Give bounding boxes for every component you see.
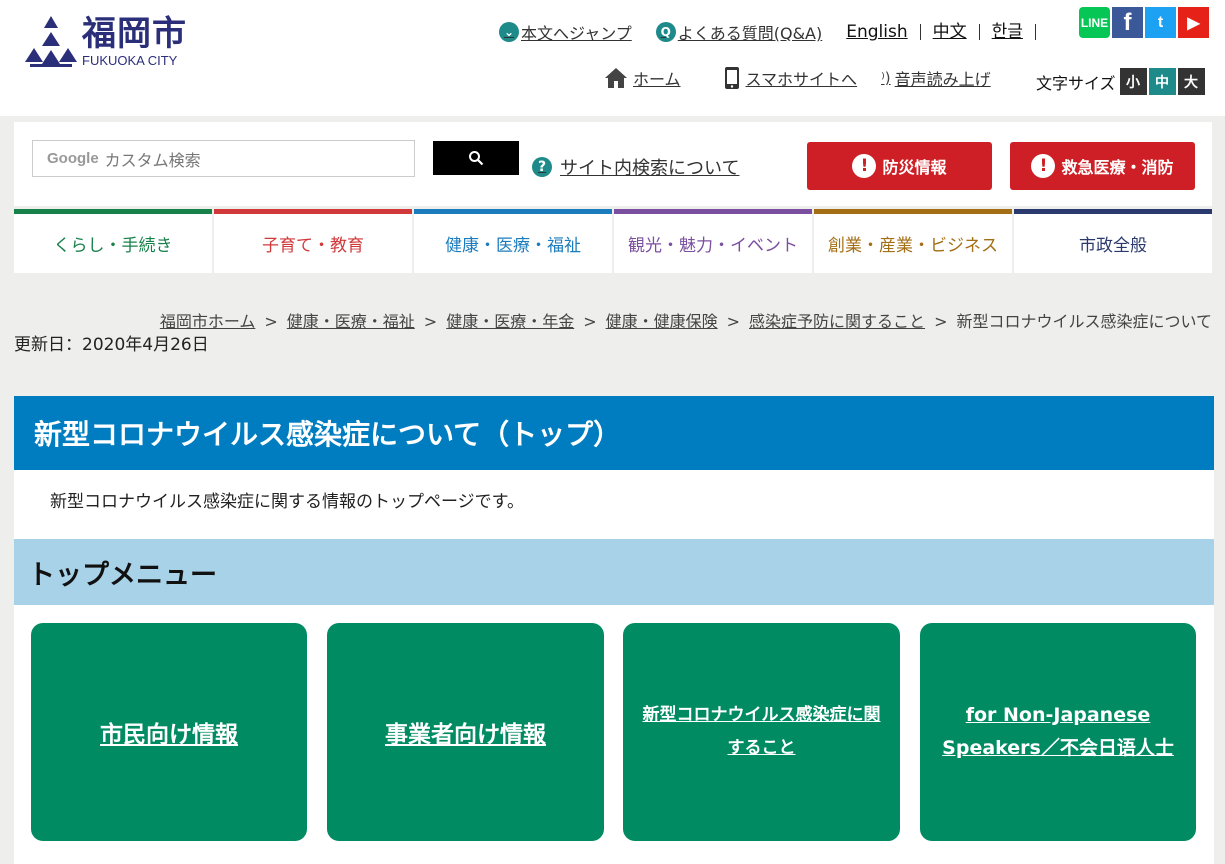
font-size-switcher: 文字サイズ 小 中 大	[1036, 68, 1205, 95]
breadcrumb: 福岡市ホーム > 健康・医療・福祉 > 健康・医療・年金 > 健康・健康保険 > 感染症予防に関…	[160, 308, 1212, 332]
skip-to-content-label: 本文へジャンプ	[521, 24, 632, 43]
font-size-label: 文字サイズ	[1036, 73, 1116, 93]
breadcrumb-link[interactable]: 感染症予防に関すること	[749, 312, 925, 331]
card-business-info[interactable]: 事業者向け情報	[327, 623, 604, 841]
breadcrumb-separator: >	[583, 312, 597, 331]
page-title: 新型コロナウイルス感染症について（トップ）	[14, 396, 1214, 470]
faq-link[interactable]: Q よくある質問(Q&A)	[655, 20, 823, 44]
faq-label: よくある質問(Q&A)	[677, 24, 823, 43]
alert-icon: !	[852, 154, 877, 178]
lang-english-link[interactable]: English	[846, 24, 921, 41]
lang-korean-link[interactable]: 한글	[980, 24, 1036, 41]
emergency-medical-button[interactable]: ! 救急医療・消防	[1010, 142, 1195, 190]
lang-chinese-link[interactable]: 中文	[921, 24, 980, 41]
help-question-icon: ?	[532, 157, 552, 177]
search-button[interactable]	[433, 141, 519, 175]
breadcrumb-link[interactable]: 健康・健康保険	[606, 312, 718, 331]
font-size-small-button[interactable]: 小	[1119, 68, 1147, 95]
line-icon[interactable]: LINE	[1079, 7, 1110, 38]
logo-kanji: 福岡市	[82, 14, 187, 54]
nav-item-label: くらし・手続き	[53, 236, 173, 256]
lead-text-box: 新型コロナウイルス感染症に関する情報のトップページです。	[14, 470, 1214, 539]
facebook-icon[interactable]: f	[1112, 7, 1143, 38]
nav-item-living[interactable]: くらし・手続き	[14, 209, 212, 273]
card-citizens-info[interactable]: 市民向け情報	[31, 623, 307, 841]
breadcrumb-separator: >	[726, 312, 741, 331]
search-bar: Google カスタム検索 ? サイト内検索について ! 防災情報 ! 救急医療…	[14, 122, 1212, 206]
breadcrumb-link[interactable]: 健康・医療・年金	[446, 312, 574, 331]
nav-item-city-admin[interactable]: 市政全般	[1014, 209, 1212, 273]
card-covid-related[interactable]: 新型コロナウイルス感染症に関すること	[623, 623, 900, 841]
chevron-down-icon: ⌄	[499, 22, 519, 42]
nav-item-label: 創業・産業・ビジネス	[828, 236, 998, 256]
city-emblem-icon	[25, 16, 77, 67]
top-menu-heading: トップメニュー	[14, 539, 1214, 605]
nav-item-business[interactable]: 創業・産業・ビジネス	[814, 209, 1012, 273]
breadcrumb-separator: >	[934, 312, 948, 331]
nav-item-childcare[interactable]: 子育て・教育	[214, 209, 412, 273]
lead-text: 新型コロナウイルス感染症に関する情報のトップページです。	[50, 492, 524, 512]
home-label: ホーム	[633, 70, 681, 89]
breadcrumb-separator: >	[264, 312, 278, 331]
site-logo[interactable]: 福岡市 FUKUOKA CITY	[24, 14, 187, 68]
nav-item-label: 観光・魅力・イベント	[628, 236, 798, 256]
font-size-medium-button[interactable]: 中	[1148, 68, 1176, 95]
card-label: 事業者向け情報	[385, 722, 546, 748]
alert-icon: !	[1031, 154, 1056, 178]
emergency-medical-label: 救急医療・消防	[1061, 158, 1174, 177]
disaster-info-button[interactable]: ! 防災情報	[807, 142, 992, 190]
skip-to-content-link[interactable]: ⌄ 本文へジャンプ	[499, 20, 632, 44]
card-non-japanese[interactable]: for Non-Japanese Speakers／不会日语人士	[920, 623, 1196, 841]
home-link[interactable]: ホーム	[604, 66, 681, 90]
font-size-large-button[interactable]: 大	[1177, 68, 1205, 95]
logo-english: FUKUOKA CITY	[82, 53, 178, 68]
sound-wave-icon: ⁾)	[881, 69, 891, 87]
google-wordmark: Google	[47, 150, 99, 167]
breadcrumb-separator: >	[423, 312, 438, 331]
card-label: for Non-Japanese Speakers／不会日语人士	[942, 704, 1174, 759]
home-icon	[605, 68, 627, 88]
smartphone-site-label: スマホサイトへ	[745, 70, 858, 89]
nav-item-label: 健康・医療・福祉	[445, 236, 581, 256]
breadcrumb-current: 新型コロナウイルス感染症について	[956, 312, 1212, 331]
nav-item-label: 市政全般	[1079, 236, 1147, 256]
top-menu-cards: 市民向け情報 事業者向け情報 新型コロナウイルス感染症に関すること for No…	[14, 605, 1214, 864]
nav-item-health[interactable]: 健康・医療・福祉	[414, 209, 612, 273]
search-help-label: サイト内検索について	[560, 158, 740, 179]
nav-item-tourism[interactable]: 観光・魅力・イベント	[614, 209, 812, 273]
youtube-icon[interactable]: ▶	[1178, 7, 1209, 38]
search-placeholder: カスタム検索	[104, 150, 201, 170]
breadcrumb-link[interactable]: 福岡市ホーム	[160, 312, 256, 331]
question-q-icon: Q	[655, 22, 676, 42]
site-header: 福岡市 FUKUOKA CITY ⌄ 本文へジャンプ Q よくある質問(Q&A)…	[0, 0, 1225, 116]
card-label: 市民向け情報	[100, 722, 238, 748]
search-input[interactable]: Google カスタム検索	[32, 140, 415, 177]
updated-date: 更新日：2020年4月26日	[14, 335, 209, 355]
twitter-icon[interactable]: t	[1145, 7, 1176, 38]
disaster-info-label: 防災情報	[882, 158, 947, 177]
voice-reading-link[interactable]: ⁾) 音声読み上げ	[881, 66, 991, 90]
search-icon	[469, 151, 484, 166]
card-label: 新型コロナウイルス感染症に関すること	[642, 705, 881, 758]
utility-links: ⌄ 本文へジャンプ Q よくある質問(Q&A) English 中文 한글	[499, 20, 1036, 44]
secondary-links: ホーム スマホサイトへ ⁾) 音声読み上げ	[604, 66, 991, 90]
smartphone-icon	[724, 67, 739, 89]
voice-reading-label: 音声読み上げ	[894, 70, 991, 89]
nav-item-label: 子育て・教育	[262, 236, 364, 256]
global-nav: くらし・手続き 子育て・教育 健康・医療・福祉 観光・魅力・イベント 創業・産業…	[14, 209, 1212, 273]
search-help-link[interactable]: ? サイト内検索について	[532, 154, 739, 180]
smartphone-site-link[interactable]: スマホサイトへ	[723, 66, 858, 90]
social-links: LINE f t ▶	[1079, 7, 1211, 38]
breadcrumb-link[interactable]: 健康・医療・福祉	[287, 312, 415, 331]
